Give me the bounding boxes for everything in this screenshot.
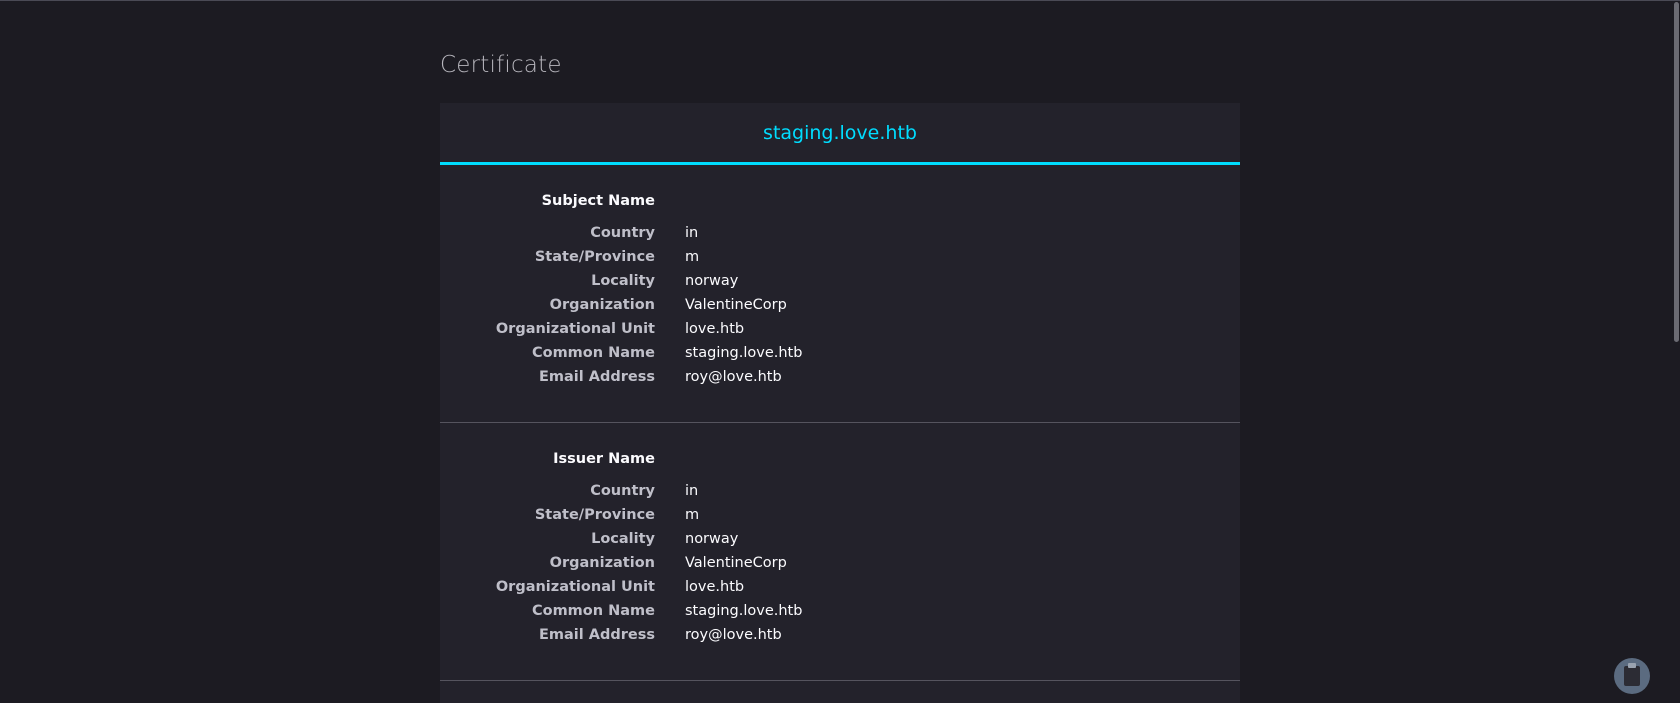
field-row: Country in	[440, 479, 1240, 503]
field-label: Country	[590, 483, 655, 499]
field-row: Organization ValentineCorp	[440, 551, 1240, 575]
field-row: Organizational Unit love.htb	[440, 575, 1240, 599]
issuer-name-section: Issuer Name Country in State/Province m …	[440, 423, 1240, 681]
field-label: Common Name	[531, 603, 655, 619]
scrollbar-thumb[interactable]	[1674, 2, 1679, 342]
field-value: ValentineCorp	[685, 555, 787, 571]
field-value: staging.love.htb	[685, 345, 803, 361]
field-row: Organization ValentineCorp	[440, 293, 1240, 317]
field-value: staging.love.htb	[685, 603, 803, 619]
field-value: m	[685, 249, 700, 265]
field-value: norway	[685, 273, 739, 289]
field-label: Locality	[591, 531, 655, 547]
field-label: Email Address	[538, 627, 655, 643]
subject-name-section: Subject Name Country in State/Province m…	[440, 165, 1240, 423]
field-value: love.htb	[685, 321, 745, 337]
section-heading: Issuer Name	[553, 451, 655, 467]
field-label: Organization	[549, 555, 655, 571]
field-value: love.htb	[685, 579, 745, 595]
field-row: Common Name staging.love.htb	[440, 599, 1240, 623]
field-row: State/Province m	[440, 245, 1240, 269]
field-value: roy@love.htb	[685, 627, 782, 643]
field-label: Organizational Unit	[495, 579, 655, 595]
clipboard-icon	[1624, 663, 1640, 686]
certificate-tab-title: staging.love.htb	[763, 121, 917, 144]
page-title: Certificate	[440, 52, 562, 78]
field-label: State/Province	[534, 249, 655, 265]
field-label: Organization	[549, 297, 655, 313]
field-value: in	[685, 483, 699, 499]
window-top-border	[0, 0, 1680, 1]
field-row: Locality norway	[440, 527, 1240, 551]
field-value: norway	[685, 531, 739, 547]
field-label: State/Province	[534, 507, 655, 523]
clipboard-button[interactable]	[1614, 658, 1650, 694]
field-row: Email Address roy@love.htb	[440, 623, 1240, 647]
field-label: Email Address	[538, 369, 655, 385]
field-row: Email Address roy@love.htb	[440, 365, 1240, 389]
vertical-scrollbar[interactable]	[1672, 0, 1680, 681]
certificate-panel: staging.love.htb Subject Name Country in…	[440, 103, 1240, 703]
field-row: Common Name staging.love.htb	[440, 341, 1240, 365]
field-row: Locality norway	[440, 269, 1240, 293]
field-label: Organizational Unit	[495, 321, 655, 337]
field-value: roy@love.htb	[685, 369, 782, 385]
field-value: in	[685, 225, 699, 241]
field-value: ValentineCorp	[685, 297, 787, 313]
field-label: Locality	[591, 273, 655, 289]
certificate-tab[interactable]: staging.love.htb	[440, 103, 1240, 165]
field-row: Organizational Unit love.htb	[440, 317, 1240, 341]
field-label: Country	[590, 225, 655, 241]
field-label: Common Name	[531, 345, 655, 361]
section-heading: Subject Name	[541, 193, 655, 209]
field-value: m	[685, 507, 700, 523]
field-row: State/Province m	[440, 503, 1240, 527]
field-row: Country in	[440, 221, 1240, 245]
